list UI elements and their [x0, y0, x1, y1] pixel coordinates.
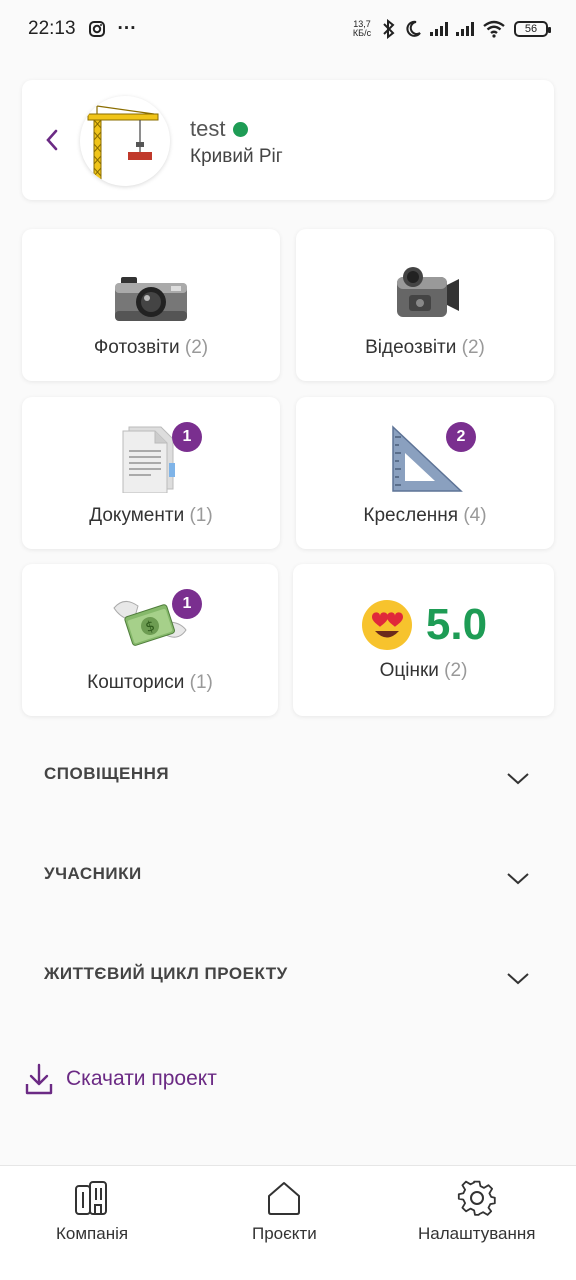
project-city: Кривий Ріг: [190, 146, 283, 167]
tile-estimates-label: Кошториси (1): [87, 672, 213, 693]
project-name: test: [190, 116, 226, 141]
crane-icon: [87, 105, 159, 181]
chevron-down-icon: [507, 873, 529, 885]
bluetooth-icon: [383, 19, 395, 39]
clock: 22:13: [28, 18, 76, 39]
rating-row: 5.0: [293, 598, 554, 652]
video-camera-icon: [397, 267, 459, 317]
nav-projects-label: Проєкти: [252, 1224, 317, 1243]
nav-settings-label: Налаштування: [418, 1224, 536, 1243]
signal-icon-2: [456, 22, 474, 36]
drawings-badge: 2: [446, 422, 476, 452]
signal-icon: [430, 22, 448, 36]
rating-value: 5.0: [425, 600, 488, 649]
tile-estimates[interactable]: $ 1 Кошториси (1): [22, 564, 278, 716]
tile-drawings-label: Креслення (4): [363, 505, 487, 526]
network-speed: 13,7 КБ/с: [352, 19, 372, 38]
status-bar: 22:13 ··· 13,7 КБ/с 56: [0, 0, 576, 58]
accordion-lifecycle[interactable]: ЖИТТЄВИЙ ЦИКЛ ПРОЕКТУ: [22, 950, 554, 1010]
battery-icon: 56: [514, 21, 551, 37]
tile-video-reports[interactable]: Відеозвіти (2): [296, 229, 554, 381]
moon-icon: [406, 20, 421, 37]
tile-ratings[interactable]: 5.0 Оцінки (2): [293, 564, 554, 716]
nav-company[interactable]: Компанія: [56, 1178, 128, 1244]
download-icon: [25, 1063, 53, 1095]
tile-ratings-label: Оцінки (2): [379, 660, 468, 681]
accordion-notifications[interactable]: СПОВІЩЕННЯ: [22, 750, 554, 810]
chevron-down-icon: [507, 773, 529, 785]
tile-photo-label: Фотозвіти (2): [93, 337, 209, 358]
nav-settings[interactable]: Налаштування: [418, 1178, 536, 1244]
estimates-badge: 1: [172, 589, 202, 619]
chevron-left-icon: [46, 129, 58, 151]
project-name-row: test: [190, 116, 249, 142]
home-icon: [268, 1182, 301, 1215]
download-project-label: Скачати проект: [66, 1067, 217, 1090]
tile-photo-reports[interactable]: Фотозвіти (2): [22, 229, 280, 381]
more-notifications: ···: [117, 18, 137, 39]
tile-documents-label: Документи (1): [89, 505, 213, 526]
project-avatar: [80, 96, 170, 186]
wifi-icon: [483, 20, 505, 38]
instagram-icon: [88, 21, 105, 37]
tile-video-label: Відеозвіти (2): [365, 337, 485, 358]
tile-documents[interactable]: 1 Документи (1): [22, 397, 280, 549]
nav-company-label: Компанія: [56, 1224, 129, 1243]
heart-eyes-emoji-icon: [361, 600, 412, 650]
project-header: test Кривий Ріг: [22, 80, 554, 200]
bottom-nav: Компанія Проєкти Налаштування: [0, 1165, 576, 1280]
tile-drawings[interactable]: 2 Креслення (4): [296, 397, 554, 549]
buildings-icon: [75, 1181, 108, 1215]
camera-icon: [115, 277, 187, 321]
accordion-lifecycle-title: ЖИТТЄВИЙ ЦИКЛ ПРОЕКТУ: [44, 964, 288, 983]
gear-icon: [457, 1180, 496, 1216]
back-button[interactable]: [40, 118, 64, 162]
nav-projects[interactable]: Проєкти: [252, 1178, 317, 1244]
online-status-dot: [233, 121, 249, 137]
documents-badge: 1: [172, 422, 202, 452]
accordion-participants-title: УЧАСНИКИ: [44, 864, 142, 883]
accordion-notifications-title: СПОВІЩЕННЯ: [44, 764, 170, 783]
download-project-button[interactable]: Скачати проект: [24, 1062, 217, 1096]
accordion-participants[interactable]: УЧАСНИКИ: [22, 850, 554, 910]
chevron-down-icon: [507, 973, 529, 985]
